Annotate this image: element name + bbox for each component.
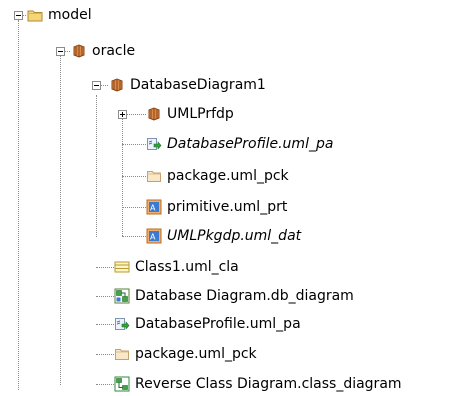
tree-guide-line: [122, 144, 146, 145]
tree-guide-line: [122, 118, 123, 236]
tree-node-databasediagram1[interactable]: DatabaseDiagram1: [109, 74, 266, 96]
tree-node-primitive-prt[interactable]: A primitive.uml_prt: [146, 196, 287, 218]
tree-node-oracle[interactable]: oracle: [71, 40, 135, 62]
tree-node-label: DatabaseDiagram1: [130, 77, 266, 93]
tree-node-databaseprofile-pa[interactable]: DatabaseProfile.uml_pa: [114, 313, 301, 335]
tree-guide-line: [18, 20, 19, 390]
tree-node-label: primitive.uml_prt: [167, 199, 288, 215]
tree-node-databaseprofile-pa[interactable]: DatabaseProfile.uml_pa: [146, 133, 333, 155]
package-file-icon: [147, 171, 161, 182]
package-icon: [111, 78, 123, 92]
tree-node-label: DatabaseProfile.uml_pa: [167, 136, 334, 152]
tree-node-umlprfdp[interactable]: UMLPrfdp: [146, 103, 234, 125]
tree-node-label: Database Diagram.db_diagram: [135, 288, 354, 304]
tree-node-label: oracle: [92, 43, 136, 59]
folder-icon: [27, 10, 43, 22]
profile-application-icon: [115, 318, 130, 330]
package-icon: [73, 44, 85, 58]
tree-guide-line: [96, 324, 114, 325]
database-diagram-icon: [114, 288, 130, 304]
tree-node-package-pck[interactable]: package.uml_pck: [146, 165, 289, 187]
tree-guide-line: [122, 207, 146, 208]
class-icon: [114, 261, 130, 273]
tree-node-model[interactable]: model: [27, 4, 92, 26]
data-type-icon: A: [146, 228, 162, 244]
package-icon: [148, 107, 160, 121]
tree-node-label: package.uml_pck: [135, 346, 257, 362]
project-tree: model oracle DatabaseDiagram1 UMLPrfdp D…: [0, 0, 465, 396]
primitive-type-icon: A: [146, 199, 162, 215]
tree-node-label: Reverse Class Diagram.class_diagram: [135, 376, 402, 392]
tree-node-reverse-class-diagram[interactable]: Reverse Class Diagram.class_diagram: [114, 373, 402, 395]
collapse-toggle-oracle[interactable]: [56, 47, 65, 56]
tree-guide-line: [96, 267, 114, 268]
tree-node-label: Class1.uml_cla: [135, 259, 239, 275]
class-diagram-icon: [114, 376, 130, 392]
collapse-toggle-model[interactable]: [14, 11, 23, 20]
tree-guide-line: [60, 55, 61, 385]
package-file-icon: [115, 349, 129, 360]
svg-text:A: A: [150, 233, 156, 242]
tree-node-package-pck[interactable]: package.uml_pck: [114, 343, 257, 365]
collapse-toggle-databasediagram1[interactable]: [92, 81, 101, 90]
expand-toggle-umlprfdp[interactable]: [118, 110, 127, 119]
tree-guide-line: [96, 354, 114, 355]
tree-node-database-diagram[interactable]: Database Diagram.db_diagram: [114, 285, 354, 307]
tree-node-label: UMLPrfdp: [167, 106, 234, 122]
tree-node-class1-cla[interactable]: Class1.uml_cla: [114, 256, 239, 278]
tree-node-label: package.uml_pck: [167, 168, 289, 184]
profile-application-icon: [147, 138, 162, 150]
tree-guide-line: [122, 236, 146, 237]
tree-guide-line: [96, 95, 97, 237]
tree-node-umlpkgdp-dat[interactable]: A UMLPkgdp.uml_dat: [146, 225, 301, 247]
tree-node-label: DatabaseProfile.uml_pa: [135, 316, 301, 332]
tree-node-label: model: [48, 7, 92, 23]
svg-text:A: A: [150, 204, 156, 213]
tree-guide-line: [96, 296, 114, 297]
tree-guide-line: [122, 176, 146, 177]
tree-node-label: UMLPkgdp.uml_dat: [167, 228, 302, 244]
tree-guide-line: [96, 384, 114, 385]
